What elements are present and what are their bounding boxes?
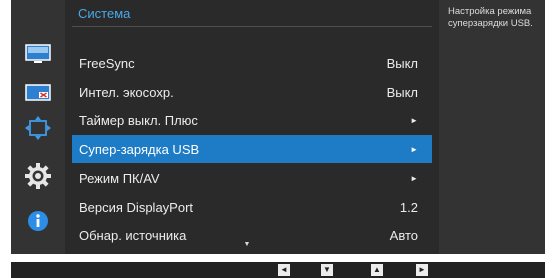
menu-item-displayport-version[interactable]: Версия DisplayPort 1.2 bbox=[72, 193, 432, 221]
menu-item-value: Авто bbox=[389, 227, 418, 243]
navigation-bar: ◄ ▼ ▲ ► bbox=[11, 262, 545, 278]
scroll-down-icon[interactable]: ▼ bbox=[242, 241, 252, 249]
menu-item-value: 1.2 bbox=[399, 199, 418, 215]
menu-item-label: Обнар. источника bbox=[79, 227, 187, 243]
submenu-arrow-icon: ► bbox=[410, 173, 418, 183]
onscreen-display-icon[interactable] bbox=[11, 77, 65, 109]
menu-item-label: Интел. экосохр. bbox=[79, 84, 174, 100]
menu-item-label: Супер-зарядка USB bbox=[79, 141, 200, 157]
menu-item-label: Режим ПК/AV bbox=[79, 170, 160, 186]
down-arrow-icon[interactable]: ▼ bbox=[321, 264, 333, 276]
osd-window: Система FreeSync Выкл Интел. экосохр. Вы… bbox=[11, 0, 545, 254]
menu-divider bbox=[72, 26, 432, 27]
menu-item-usb-super-charging[interactable]: Супер-зарядка USB ► bbox=[72, 135, 432, 163]
sidebar bbox=[11, 0, 65, 254]
menu-item-label: FreeSync bbox=[79, 55, 135, 71]
left-arrow-icon[interactable]: ◄ bbox=[278, 264, 290, 276]
right-arrow-icon[interactable]: ► bbox=[416, 264, 428, 276]
menu-item-pc-av-mode[interactable]: Режим ПК/AV ► bbox=[72, 164, 432, 192]
up-arrow-icon[interactable]: ▲ bbox=[371, 264, 383, 276]
menu-item-source-detection[interactable]: Обнар. источника Авто bbox=[72, 221, 432, 249]
submenu-arrow-icon: ► bbox=[410, 144, 418, 154]
submenu-arrow-icon: ► bbox=[410, 115, 418, 125]
system-menu-panel: Система FreeSync Выкл Интел. экосохр. Вы… bbox=[65, 0, 439, 254]
help-description: Настройка режима суперзарядки USB. bbox=[448, 6, 533, 29]
menu-title: Система bbox=[78, 6, 131, 21]
menu-item-label: Таймер выкл. Плюс bbox=[79, 112, 198, 128]
menu-item-freesync[interactable]: FreeSync Выкл bbox=[72, 49, 432, 77]
menu-item-label: Версия DisplayPort bbox=[79, 199, 194, 215]
information-icon[interactable] bbox=[11, 205, 65, 237]
system-gear-icon[interactable] bbox=[11, 160, 65, 192]
menu-item-value: Выкл bbox=[386, 55, 418, 71]
picture-icon[interactable] bbox=[11, 38, 65, 70]
menu-item-value: Выкл bbox=[386, 84, 418, 100]
menu-item-eco-saving[interactable]: Интел. экосохр. Выкл bbox=[72, 78, 432, 106]
position-size-icon[interactable] bbox=[11, 112, 65, 144]
menu-item-off-timer-plus[interactable]: Таймер выкл. Плюс ► bbox=[72, 106, 432, 134]
